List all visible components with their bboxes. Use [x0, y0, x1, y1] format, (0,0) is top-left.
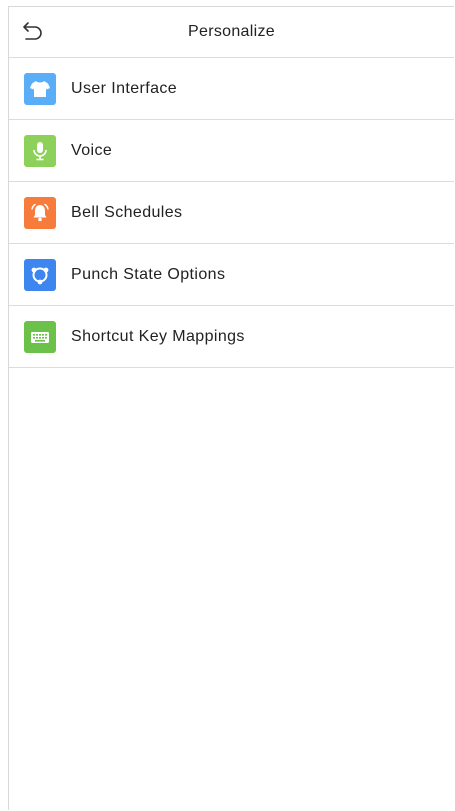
menu-item-label: User Interface: [71, 80, 178, 97]
icon-box: [24, 135, 56, 167]
icon-box: [24, 321, 56, 353]
personalize-screen: Personalize User Interface Voice Bell Sc…: [8, 6, 454, 810]
icon-box: [24, 259, 56, 291]
bell-icon: [31, 203, 49, 222]
menu-item-punch-state-options[interactable]: Punch State Options: [9, 244, 454, 306]
menu-item-label: Voice: [71, 142, 113, 159]
page-title: Personalize: [188, 23, 275, 40]
tshirt-icon: [30, 81, 50, 97]
menu-item-bell-schedules[interactable]: Bell Schedules: [9, 182, 454, 244]
menu-item-voice[interactable]: Voice: [9, 120, 454, 182]
menu-item-shortcut-key-mappings[interactable]: Shortcut Key Mappings: [9, 306, 454, 368]
menu-item-label: Shortcut Key Mappings: [71, 328, 245, 345]
keyboard-icon: [31, 332, 49, 343]
menu-item-user-interface[interactable]: User Interface: [9, 58, 454, 120]
microphone-icon: [33, 142, 47, 161]
menu-item-label: Punch State Options: [71, 266, 226, 283]
icon-box: [24, 197, 56, 229]
header-bar: Personalize: [9, 7, 454, 58]
punch-state-icon: [31, 267, 49, 285]
menu-list: User Interface Voice Bell Schedules Punc…: [9, 58, 454, 368]
menu-item-label: Bell Schedules: [71, 204, 183, 221]
icon-box: [24, 73, 56, 105]
